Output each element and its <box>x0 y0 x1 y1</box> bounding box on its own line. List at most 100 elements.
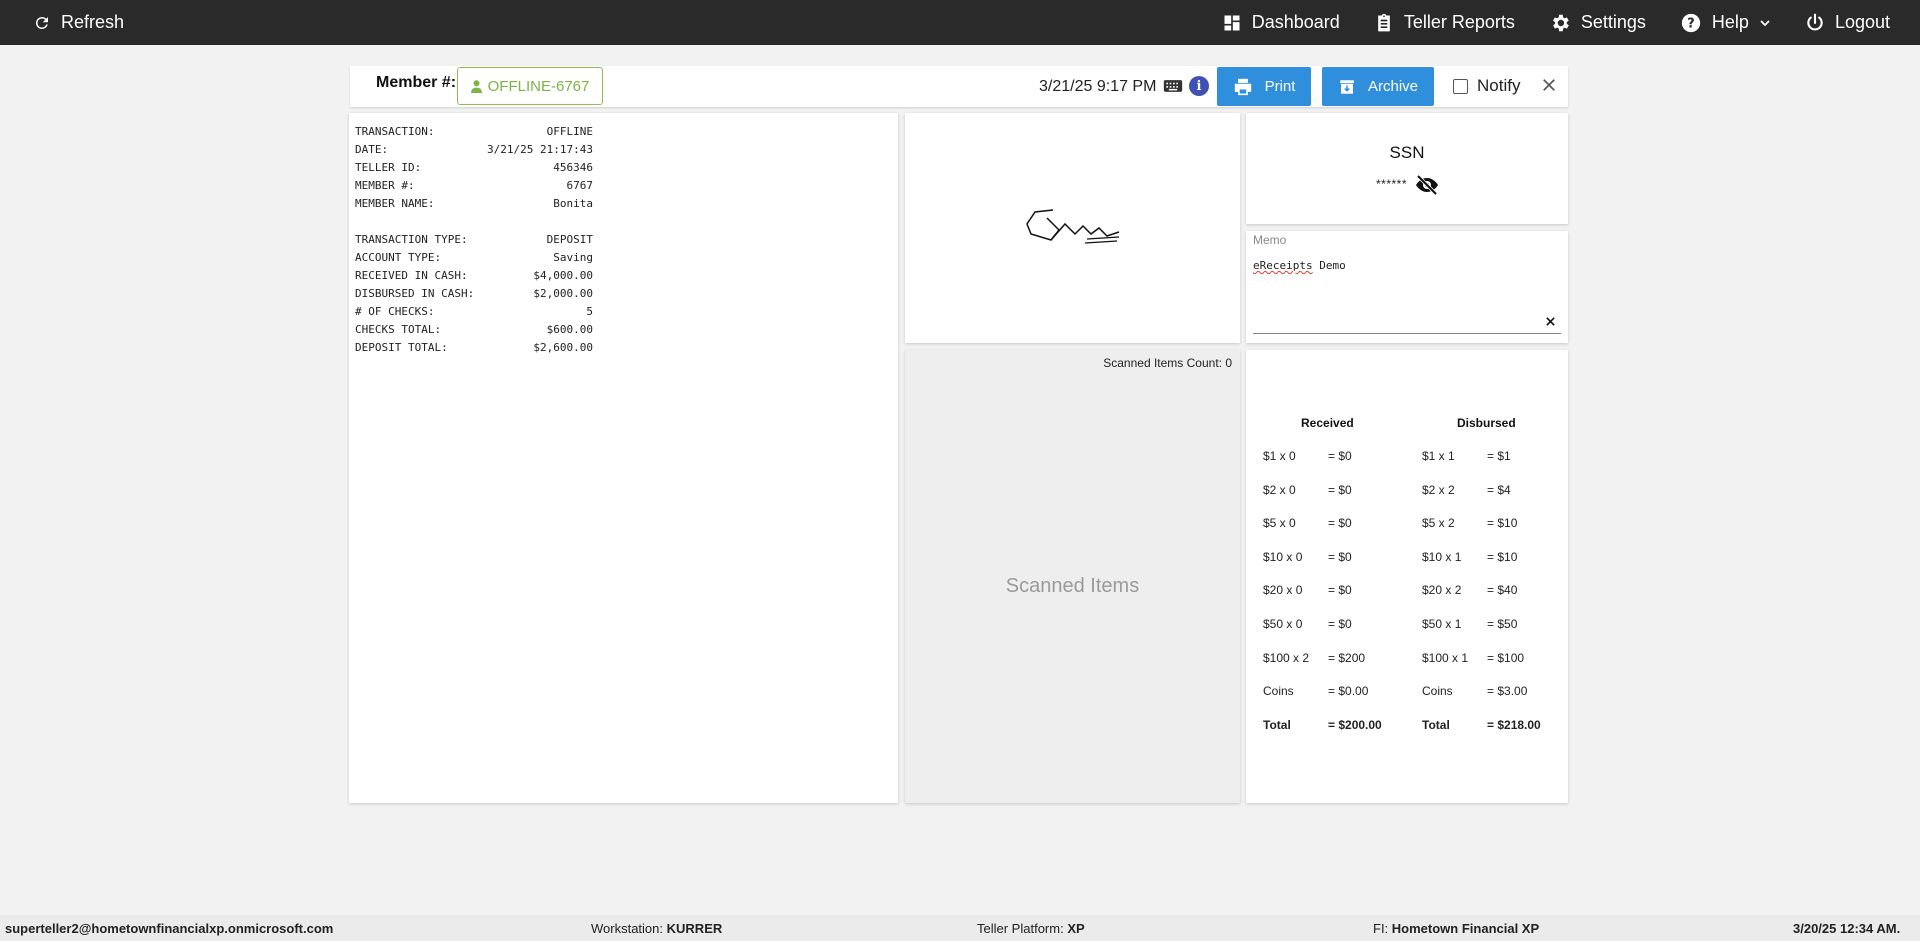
nav-dashboard[interactable]: Dashboard <box>1222 12 1340 33</box>
cash-breakdown-panel: Received Disbursed $1 x 0 = $0 $2 x 0 = $0 $… <box>1246 350 1568 803</box>
nav-help[interactable]: ? Help <box>1680 12 1771 34</box>
disbursed-denomination: Coins <box>1422 684 1453 699</box>
notify-checkbox-box[interactable] <box>1453 78 1468 94</box>
receipt-line-value: 5 <box>586 305 593 318</box>
receipt-line-value: Saving <box>553 251 593 264</box>
receipt-section-details: TRANSACTION TYPE: DEPOSIT ACCOUNT TYPE: Sav… <box>355 231 898 357</box>
member-number-button[interactable]: OFFLINE-6767 <box>457 67 603 105</box>
receipt-line-value: $2,600.00 <box>533 341 593 354</box>
print-button[interactable]: Print <box>1217 67 1311 106</box>
nav-teller-reports-label: Teller Reports <box>1403 12 1515 32</box>
clear-memo-icon[interactable] <box>1545 316 1556 327</box>
footer-platform-label: Teller Platform: <box>977 921 1064 936</box>
nav-logout[interactable]: Logout <box>1805 12 1890 33</box>
scanned-items-count: Scanned Items Count: 0 <box>1103 356 1232 370</box>
clipboard-icon <box>1377 13 1390 31</box>
received-denomination: $2 x 0 <box>1263 482 1296 497</box>
disbursed-denomination: $10 x 1 <box>1422 549 1462 564</box>
receipt-line-key: DEPOSIT TOTAL: <box>355 341 448 354</box>
receipt-line: TRANSACTION: OFFLINE <box>355 123 593 141</box>
receipt-line: ACCOUNT TYPE: Saving <box>355 249 593 267</box>
receipt-line-key: TRANSACTION TYPE: <box>355 233 468 246</box>
receipt-line-value: 6767 <box>566 179 594 192</box>
receipt-line-value: Bonita <box>553 197 593 210</box>
nav-logout-label: Logout <box>1834 12 1890 32</box>
chevron-down-icon <box>1760 19 1770 26</box>
footer-datetime-value: 3/20/25 12:34 AM. <box>1793 921 1901 936</box>
received-denomination: Total <box>1263 717 1291 732</box>
receipt-line: DEPOSIT TOTAL: $2,600.00 <box>355 339 593 357</box>
info-icon[interactable]: i <box>1189 76 1209 96</box>
nav-settings-label: Settings <box>1580 12 1646 32</box>
nav-teller-reports[interactable]: Teller Reports <box>1374 12 1515 33</box>
memo-text-rest: Demo <box>1312 259 1346 272</box>
print-label: Print <box>1264 78 1296 95</box>
receipt-line-key: CHECKS TOTAL: <box>355 323 442 336</box>
received-amount: = $0 <box>1328 482 1352 497</box>
archive-button[interactable]: Archive <box>1322 67 1434 106</box>
received-amount: = $0 <box>1328 516 1352 531</box>
received-header: Received <box>1301 416 1354 430</box>
receipt-line: MEMBER #: 6767 <box>355 177 593 195</box>
user-icon <box>470 79 482 93</box>
disbursed-amount: = $3.00 <box>1487 684 1528 699</box>
disbursed-denomination: $20 x 2 <box>1422 583 1462 598</box>
memo-underline <box>1253 333 1561 334</box>
receipt-line-key: MEMBER #: <box>355 179 415 192</box>
disbursed-denomination: $5 x 2 <box>1422 516 1455 531</box>
keyboard-icon[interactable] <box>1163 78 1183 94</box>
nav-dashboard-label: Dashboard <box>1251 12 1340 32</box>
disbursed-denomination: $100 x 1 <box>1422 650 1469 665</box>
disbursed-denomination: $50 x 1 <box>1422 617 1462 631</box>
disbursed-amount: = $100 <box>1487 650 1525 665</box>
disbursed-amount: = $50 <box>1487 617 1518 631</box>
footer-platform: Teller Platform: XP <box>977 921 1085 936</box>
memo-textarea[interactable]: eReceipts Demo <box>1253 259 1346 272</box>
receipt-line-key: RECEIVED IN CASH: <box>355 269 468 282</box>
footer-user: superteller2@hometownfinancialxp.onmicro… <box>5 921 333 936</box>
nav-menu: Dashboard Teller Reports Settings ? Help… <box>1222 0 1890 45</box>
svg-text:?: ? <box>1687 16 1694 31</box>
ssn-masked-value: ****** <box>1376 177 1408 191</box>
receipt-line: # OF CHECKS: 5 <box>355 303 593 321</box>
receipt-line-key: TRANSACTION: <box>355 125 435 138</box>
nav-help-label: Help <box>1711 12 1749 32</box>
gear-icon <box>1552 14 1569 31</box>
signature-panel <box>905 113 1240 343</box>
receipt-line-value: DEPOSIT <box>546 233 593 246</box>
transaction-header: Member #: OFFLINE-6767 3/21/25 9:17 PM i… <box>350 66 1568 107</box>
disbursed-amount: = $10 <box>1487 549 1518 564</box>
archive-label: Archive <box>1367 78 1419 95</box>
notify-label: Notify <box>1477 76 1521 95</box>
footer-fi: FI: Hometown Financial XP <box>1373 921 1539 936</box>
receipt-panel: TRANSACTION: OFFLINE DATE: 3/21/25 21:17:43… <box>349 113 898 803</box>
scanned-items-panel: Scanned Items Count: 0 Scanned Items <box>905 350 1240 803</box>
scanned-items-title: Scanned Items <box>1005 575 1140 597</box>
refresh-button[interactable]: Refresh <box>33 0 124 45</box>
footer-workstation-value: KURRER <box>666 921 723 936</box>
power-icon <box>1807 13 1823 30</box>
footer-datetime: 3/20/25 12:34 AM. <box>1793 921 1900 936</box>
memo-label: Memo <box>1253 233 1287 247</box>
footer-workstation-label: Workstation: <box>591 921 664 936</box>
receipt-line-value: OFFLINE <box>546 125 593 138</box>
receipt-line-key: DISBURSED IN CASH: <box>355 287 475 300</box>
notify-checkbox[interactable]: Notify <box>1453 76 1520 96</box>
receipt-line-key: DATE: <box>355 143 389 156</box>
received-amount: = $0 <box>1328 583 1352 598</box>
member-number-label: Member #: <box>376 74 457 91</box>
refresh-icon <box>35 16 48 29</box>
receipt-line-value: $4,000.00 <box>533 269 593 282</box>
disbursed-amount: = $4 <box>1487 482 1511 497</box>
dashboard-icon <box>1224 15 1240 30</box>
close-icon[interactable] <box>1540 76 1558 94</box>
disbursed-denomination: $2 x 2 <box>1422 482 1455 497</box>
received-denomination: $50 x 0 <box>1263 617 1303 631</box>
nav-settings[interactable]: Settings <box>1549 12 1646 34</box>
disbursed-denomination: $1 x 1 <box>1422 449 1455 463</box>
receipt-line-key: MEMBER NAME: <box>355 197 435 210</box>
received-denomination: $1 x 0 <box>1263 449 1296 463</box>
receipt-line-value: $600.00 <box>546 323 593 336</box>
printer-icon <box>1234 78 1251 95</box>
eye-off-icon[interactable] <box>1415 175 1439 195</box>
